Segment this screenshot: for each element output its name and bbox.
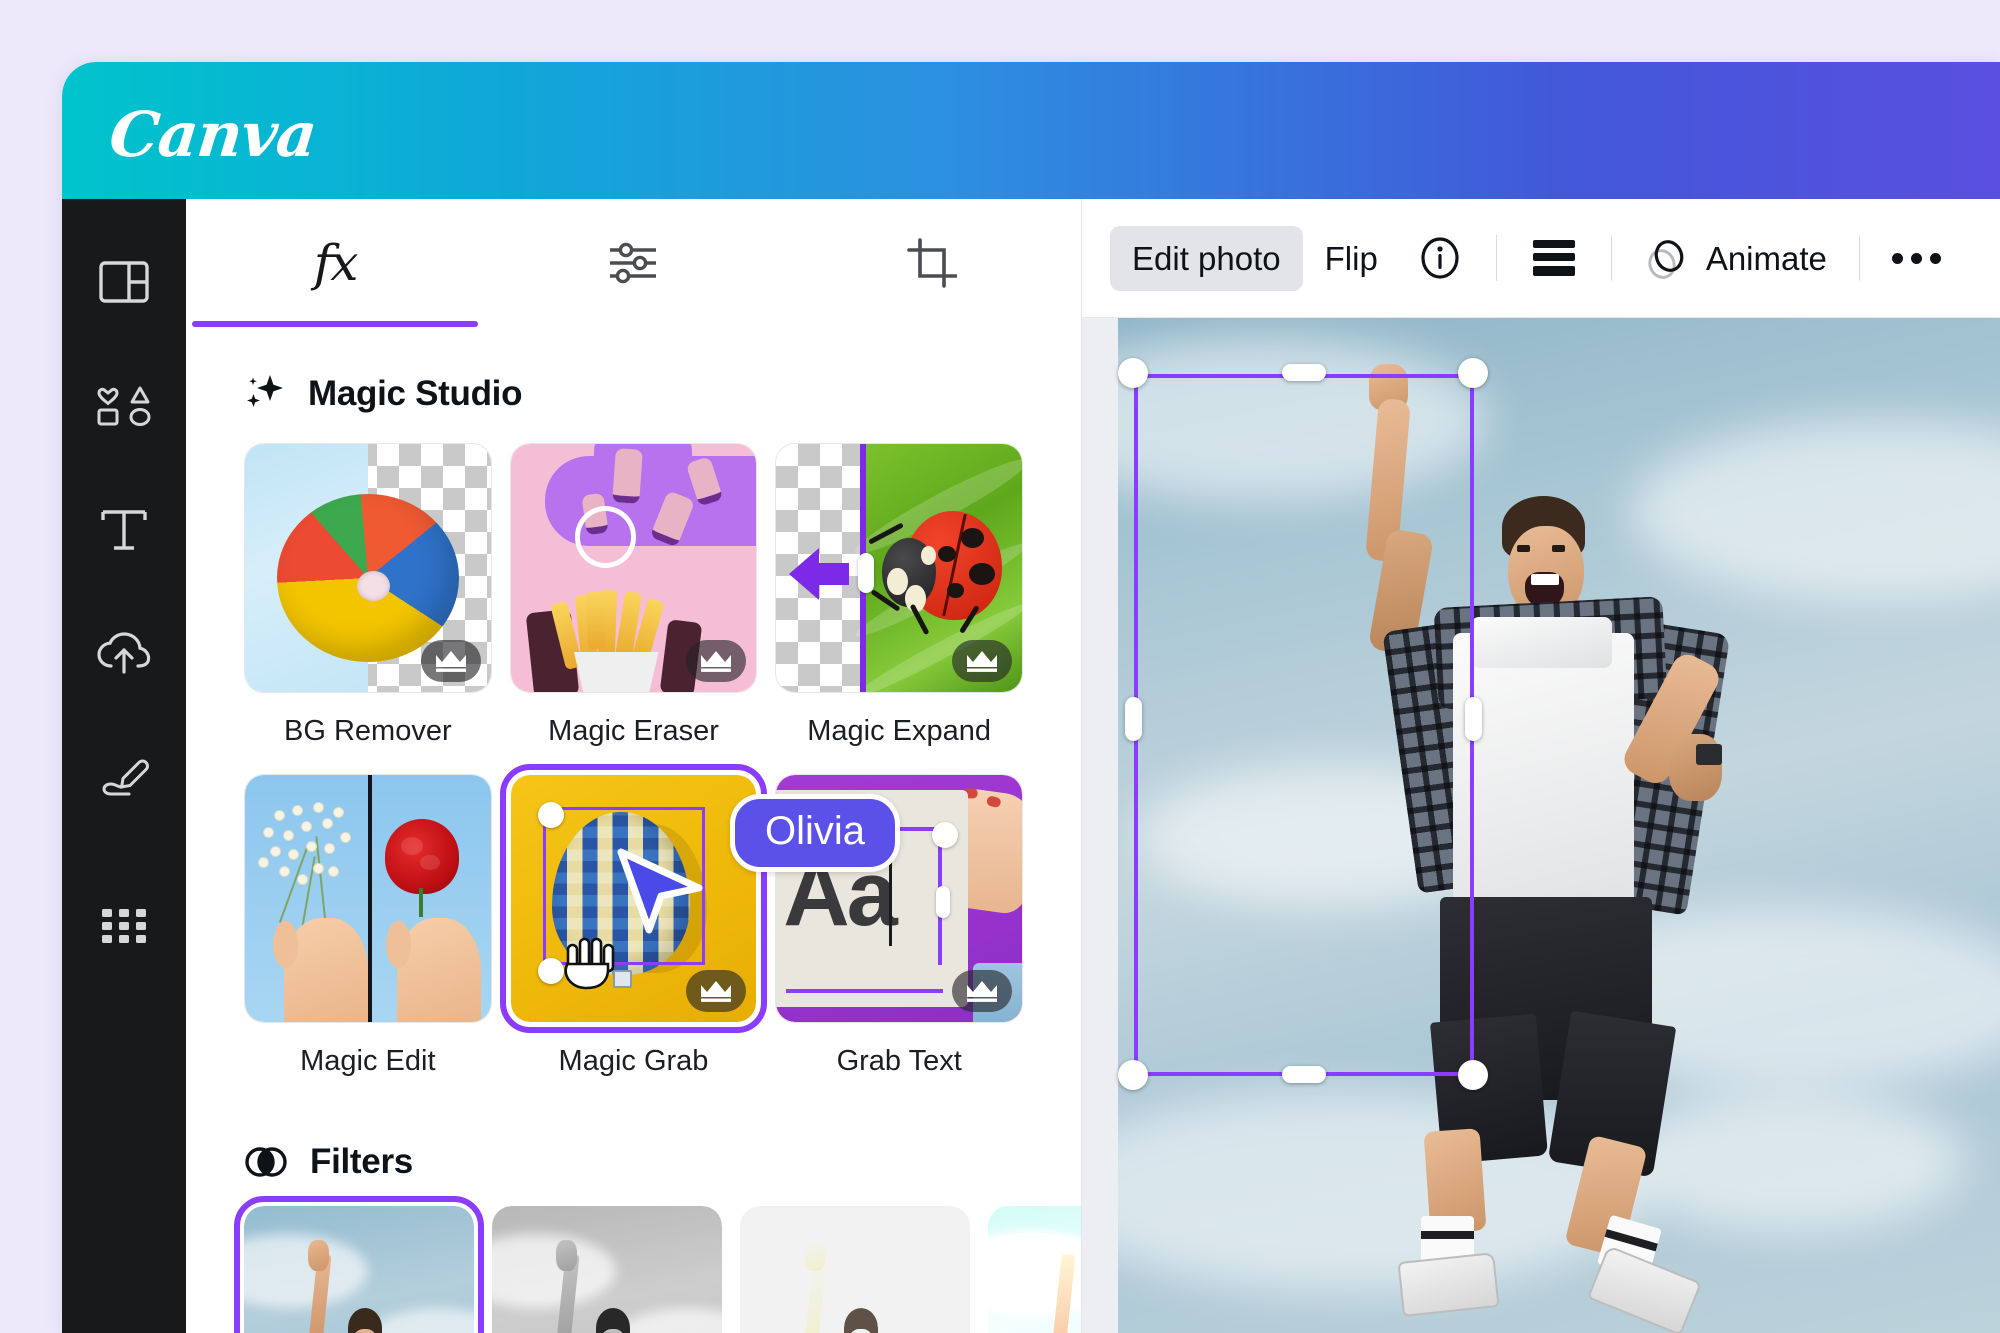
- resize-handle-middle-left[interactable]: [1125, 697, 1142, 741]
- selection-handles: [62, 62, 2000, 1333]
- resize-handle-middle-right[interactable]: [1465, 697, 1482, 741]
- resize-handle-top-left[interactable]: [1118, 358, 1148, 388]
- resize-handle-bottom-right[interactable]: [1458, 1060, 1488, 1090]
- resize-handle-top-center[interactable]: [1282, 364, 1326, 381]
- canva-app-window: Canva fx Magic Studio BG Remover Magic E…: [62, 62, 2000, 1333]
- resize-handle-bottom-left[interactable]: [1118, 1060, 1148, 1090]
- collaborator-cursor-label: Olivia: [730, 794, 901, 872]
- resize-handle-top-right[interactable]: [1458, 358, 1488, 388]
- resize-handle-bottom-center[interactable]: [1282, 1066, 1326, 1083]
